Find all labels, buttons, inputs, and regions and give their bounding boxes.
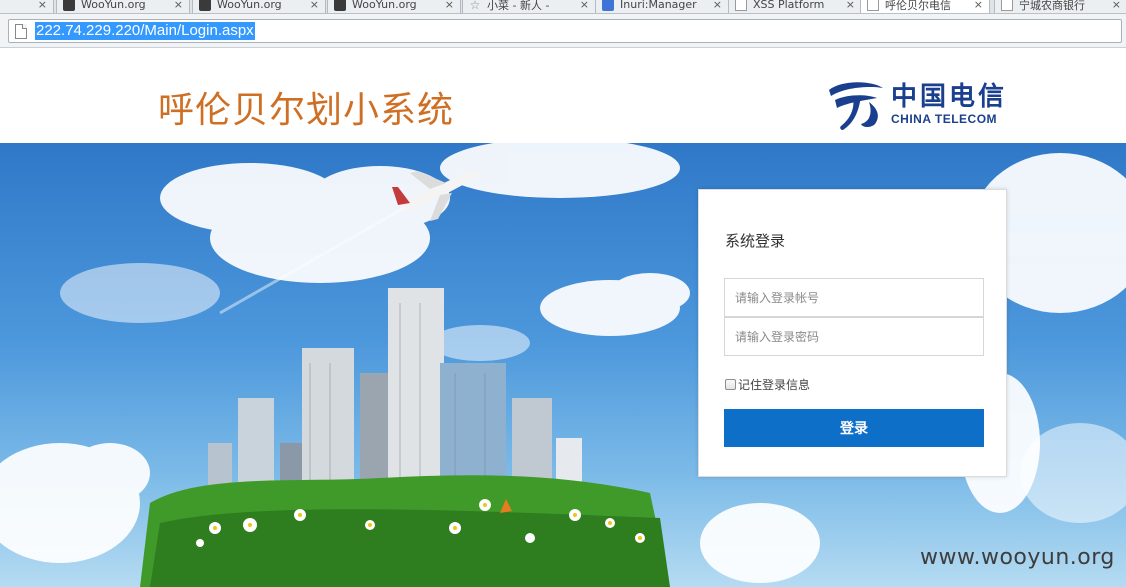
tab-label: XSS Platform (753, 0, 825, 11)
close-tab-icon[interactable]: × (974, 0, 983, 11)
close-tab-icon[interactable]: × (174, 0, 183, 11)
china-telecom-logo: 中国电信 CHINA TELECOM (825, 76, 1007, 132)
site-header: 呼伦贝尔划小系统 中国电信 CHINA TELECOM (0, 48, 1126, 143)
tab-label: Inuri:Manager (620, 0, 697, 11)
close-tab-icon[interactable]: × (1112, 0, 1121, 11)
browser-tab[interactable]: ☆ 小菜 - 新人 - × (462, 0, 596, 13)
login-button[interactable]: 登录 (724, 409, 984, 447)
address-bar: 222.74.229.220/Main/Login.aspx (0, 14, 1126, 48)
tab-label: WooYun.org (81, 0, 146, 11)
tab-label: WooYun.org (352, 0, 417, 11)
browser-tab[interactable]: al × (0, 0, 54, 13)
page-icon (15, 23, 27, 39)
remember-me-label: 记住登录信息 (738, 378, 811, 392)
browser-tab[interactable]: WooYun.org × (327, 0, 461, 13)
tab-label: al (0, 0, 34, 11)
tab-label: WooYun.org (217, 0, 282, 11)
password-input[interactable] (724, 317, 984, 356)
tab-label: 宁城农商银行 (1019, 0, 1085, 12)
close-tab-icon[interactable]: × (445, 0, 454, 11)
wooyun-favicon-icon (63, 0, 75, 11)
close-tab-icon[interactable]: × (38, 0, 47, 11)
browser-tab[interactable]: WooYun.org × (192, 0, 326, 13)
browser-tab[interactable]: Inuri:Manager × (595, 0, 729, 13)
login-panel: 系统登录 记住登录信息 登录 (698, 189, 1007, 477)
google-favicon-icon (602, 0, 614, 11)
close-tab-icon[interactable]: × (310, 0, 319, 11)
close-tab-icon[interactable]: × (846, 0, 855, 11)
logo-english-text: CHINA TELECOM (891, 112, 998, 126)
watermark: www.wooyun.org (920, 545, 1115, 570)
wooyun-favicon-icon (334, 0, 346, 11)
tab-label: 呼伦贝尔电信 (885, 0, 951, 12)
page-icon (867, 0, 879, 11)
page-icon (1001, 0, 1013, 11)
close-tab-icon[interactable]: × (713, 0, 722, 11)
login-title: 系统登录 (725, 232, 786, 250)
browser-tab-active[interactable]: 呼伦贝尔电信 × (860, 0, 990, 13)
username-input[interactable] (724, 278, 984, 317)
url-input[interactable]: 222.74.229.220/Main/Login.aspx (8, 19, 1122, 43)
page-title: 呼伦贝尔划小系统 (158, 90, 455, 131)
star-icon: ☆ (469, 0, 481, 12)
url-text[interactable]: 222.74.229.220/Main/Login.aspx (35, 22, 255, 40)
china-telecom-logo-icon (829, 82, 883, 130)
browser-tab[interactable]: 宁城农商银行 × (994, 0, 1126, 13)
browser-tab-strip: al × WooYun.org × WooYun.org × WooYun.or… (0, 0, 1126, 14)
page-icon (735, 0, 747, 11)
wooyun-favicon-icon (199, 0, 211, 11)
checkbox-icon[interactable] (725, 379, 736, 390)
browser-tab[interactable]: XSS Platform × (728, 0, 862, 13)
browser-tab[interactable]: WooYun.org × (56, 0, 190, 13)
close-tab-icon[interactable]: × (580, 0, 589, 11)
tab-label: 小菜 - 新人 - (487, 0, 550, 12)
logo-chinese-text: 中国电信 (891, 82, 1008, 112)
remember-me-checkbox[interactable]: 记住登录信息 (725, 376, 810, 393)
